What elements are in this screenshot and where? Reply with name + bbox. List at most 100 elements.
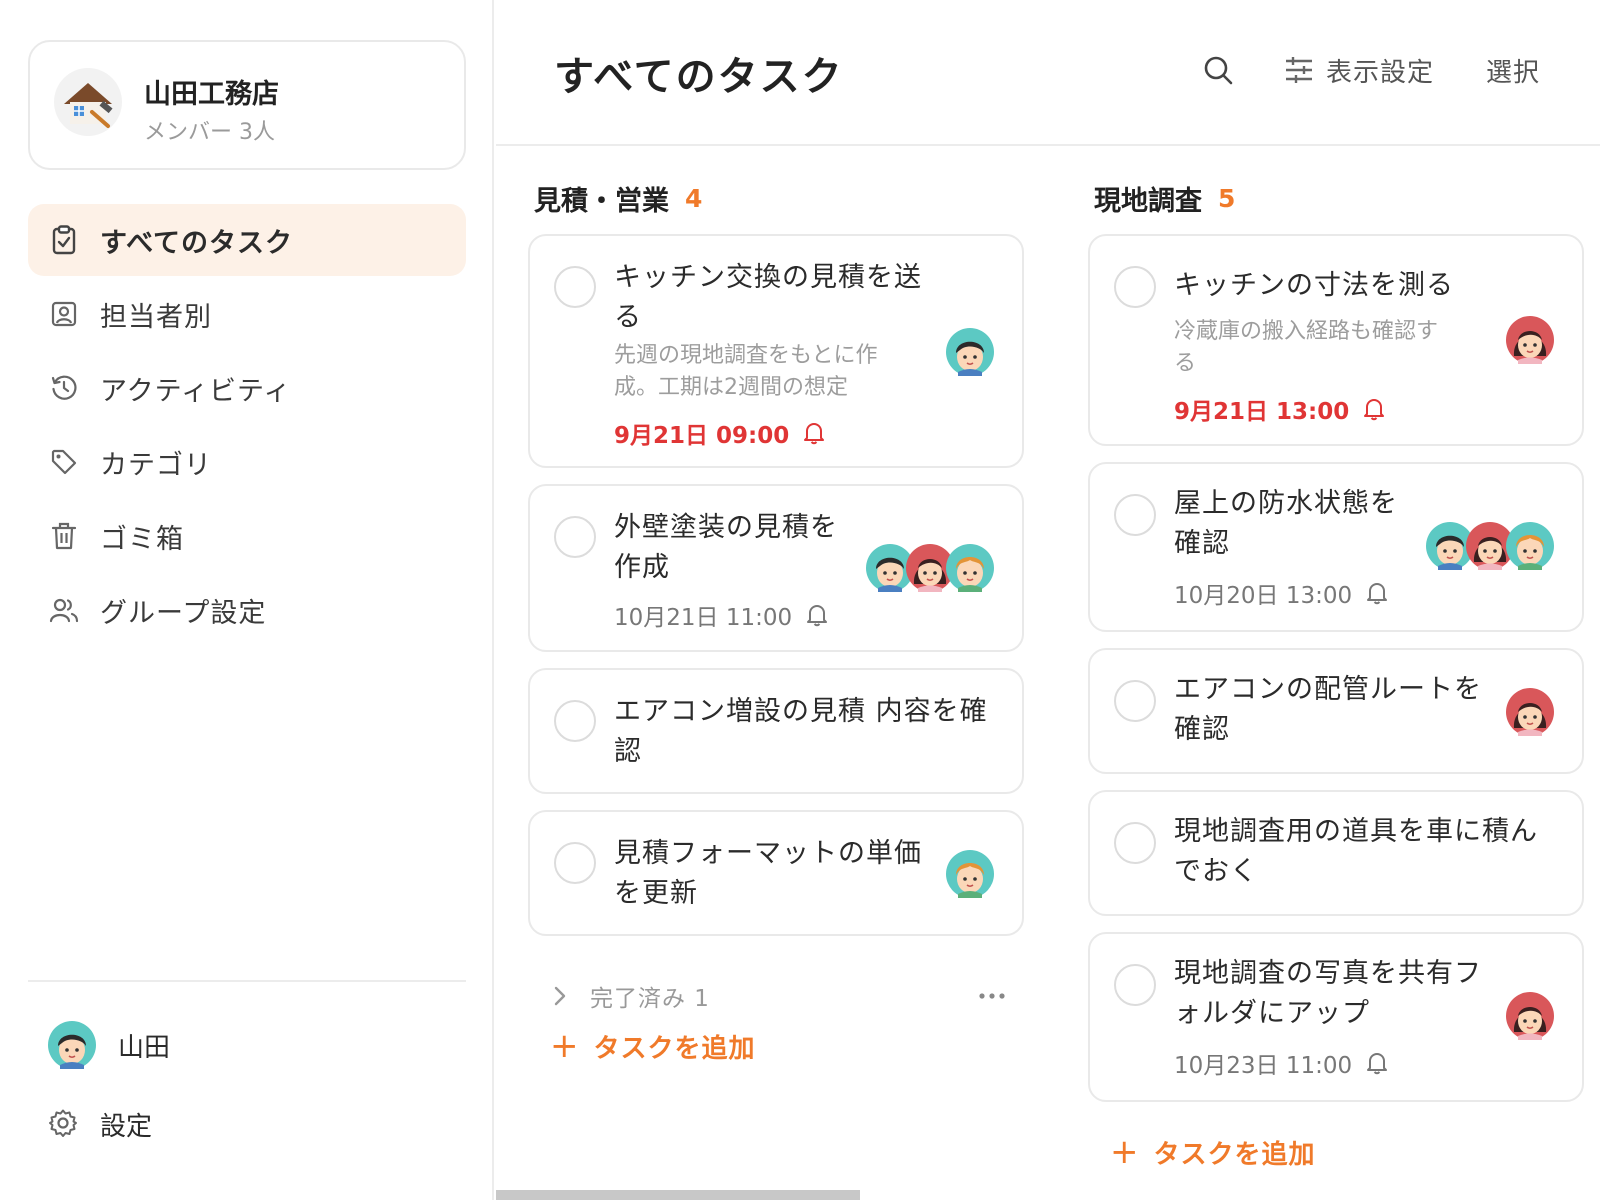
add-task-label: タスクを追加 [1153,1139,1316,1170]
task-card[interactable]: 見積フォーマットの単価 を更新 [528,810,1024,936]
search-button[interactable] [1198,50,1238,90]
avatar [1506,992,1554,1040]
task-card[interactable]: キッチンの寸法を測る 冷蔵庫の搬入経路も確認す る 9月21日 13:00 [1088,234,1584,446]
header-actions: 表示設定 選択 [1198,50,1540,90]
person-badge-icon [48,298,80,330]
sidebar-item-trash[interactable]: ゴミ箱 [28,500,466,572]
avatar [1506,316,1554,364]
column-task-count: 5 [1218,183,1236,213]
sidebar-divider [28,980,466,982]
view-settings-label: 表示設定 [1325,57,1434,88]
select-button[interactable]: 選択 [1486,52,1540,89]
completed-tasks-toggle[interactable]: 完了済み 1 [528,976,1024,1016]
more-options-button[interactable] [978,984,1006,1012]
task-card[interactable]: 現地調査の写真を共有フ ォルダにアップ 10月23日 11:00 [1088,932,1584,1102]
avatar [1506,522,1554,570]
gear-icon [48,1108,78,1142]
task-due-date: 9月21日 13:00 [1174,392,1385,426]
board-column: 現地調査 5 キッチンの寸法を測る 冷蔵庫の搬入経路も確認す る 9月21日 1… [1088,178,1584,1172]
page-title: すべてのタスク [554,54,844,100]
task-description: 冷蔵庫の搬入経路も確認す る [1174,319,1439,376]
avatar [946,328,994,376]
view-settings-button[interactable]: 表示設定 [1284,52,1434,89]
add-task-label: タスクを追加 [593,1033,756,1064]
bell-icon [1363,397,1385,421]
task-assignees [946,328,994,376]
task-title: 現地調査用の道具を車に積ん でおく [1174,816,1538,887]
avatar [48,1021,96,1069]
task-complete-checkbox[interactable] [554,516,596,558]
column-title: 見積・営業 [534,185,669,217]
task-assignees [1506,316,1554,364]
sidebar-item-group-settings[interactable]: グループ設定 [28,574,466,646]
avatar [946,850,994,898]
task-card[interactable]: 屋上の防水状態を 確認 10月20日 13:00 [1088,462,1584,632]
task-title: キッチンの寸法を測る [1174,270,1454,301]
trash-icon [48,520,80,552]
sidebar-item-label: すべてのタスク [100,227,294,259]
task-due-date: 10月21日 11:00 [614,598,828,632]
task-card[interactable]: エアコン増設の見積 内容を確 認 [528,668,1024,794]
task-complete-checkbox[interactable] [554,266,596,308]
bell-icon [1366,1051,1388,1075]
plus-icon: + [550,1026,580,1066]
task-assignees [1506,992,1554,1040]
history-icon [48,372,80,404]
user-name: 山田 [118,1032,171,1063]
house-logo-icon [54,68,122,136]
sidebar-item-label: グループ設定 [100,597,267,629]
bell-icon [806,603,828,627]
task-title: 現地調査の写真を共有フ ォルダにアップ [1174,958,1482,1029]
sidebar-item-label: ゴミ箱 [100,523,184,555]
sidebar-item-activity[interactable]: アクティビティ [28,352,466,424]
task-due-date: 10月20日 13:00 [1174,576,1388,610]
task-complete-checkbox[interactable] [554,700,596,742]
team-switcher[interactable]: 山田工務店 メンバー 3人 [28,40,466,170]
sidebar-item-by-assignee[interactable]: 担当者別 [28,278,466,350]
current-user[interactable]: 山田 [48,1021,170,1069]
add-task-button[interactable]: + タスクを追加 [1110,1132,1316,1172]
sidebar-item-label: アクティビティ [100,375,292,407]
settings-link[interactable]: 設定 [48,1106,152,1143]
app-root: 山田工務店 メンバー 3人 すべてのタスク 担当者別 アクティビティ カテゴリ … [0,0,1600,1200]
add-task-button[interactable]: + タスクを追加 [550,1026,756,1066]
task-card[interactable]: エアコンの配管ルートを 確認 [1088,648,1584,774]
chevron-right-icon [552,985,576,1007]
task-complete-checkbox[interactable] [554,842,596,884]
team-name: 山田工務店 [144,79,279,110]
users-icon [48,594,80,626]
completed-tasks-label: 完了済み 1 [590,986,710,1012]
task-complete-checkbox[interactable] [1114,494,1156,536]
task-complete-checkbox[interactable] [1114,822,1156,864]
column-header: 見積・営業 4 [528,178,1024,218]
task-due-date: 9月21日 09:00 [614,416,825,450]
task-complete-checkbox[interactable] [1114,266,1156,308]
main-content: すべてのタスク 表示設定 選択 見積・営業 4 キッチン交換の見積を送 る 先週… [496,0,1600,1200]
column-title: 現地調査 [1094,185,1202,217]
main-header: すべてのタスク 表示設定 選択 [496,0,1600,146]
task-complete-checkbox[interactable] [1114,680,1156,722]
sidebar-nav: すべてのタスク 担当者別 アクティビティ カテゴリ ゴミ箱 グループ設定 [28,204,466,648]
task-card[interactable]: 現地調査用の道具を車に積ん でおく [1088,790,1584,916]
tag-icon [48,446,80,478]
sidebar-item-label: 担当者別 [100,301,212,333]
task-complete-checkbox[interactable] [1114,964,1156,1006]
sidebar-item-label: カテゴリ [100,449,212,481]
team-member-count: メンバー 3人 [144,120,275,145]
settings-label: 設定 [100,1112,153,1142]
task-title: 屋上の防水状態を 確認 [1174,488,1398,559]
task-assignees [1426,522,1554,570]
bell-icon [803,421,825,445]
task-card[interactable]: キッチン交換の見積を送 る 先週の現地調査をもとに作 成。工期は2週間の想定 9… [528,234,1024,468]
task-card[interactable]: 外壁塗装の見積を 作成 10月21日 11:00 [528,484,1024,652]
sliders-icon [1285,57,1312,83]
more-dots-icon [979,993,1005,999]
column-task-count: 4 [685,183,703,213]
sidebar-item-category[interactable]: カテゴリ [28,426,466,498]
sidebar-item-all-tasks[interactable]: すべてのタスク [28,204,466,276]
plus-icon: + [1110,1132,1140,1172]
bell-icon [1366,581,1388,605]
clipboard-check-icon [48,224,80,256]
avatar [946,544,994,592]
horizontal-scrollbar[interactable] [496,1190,860,1200]
